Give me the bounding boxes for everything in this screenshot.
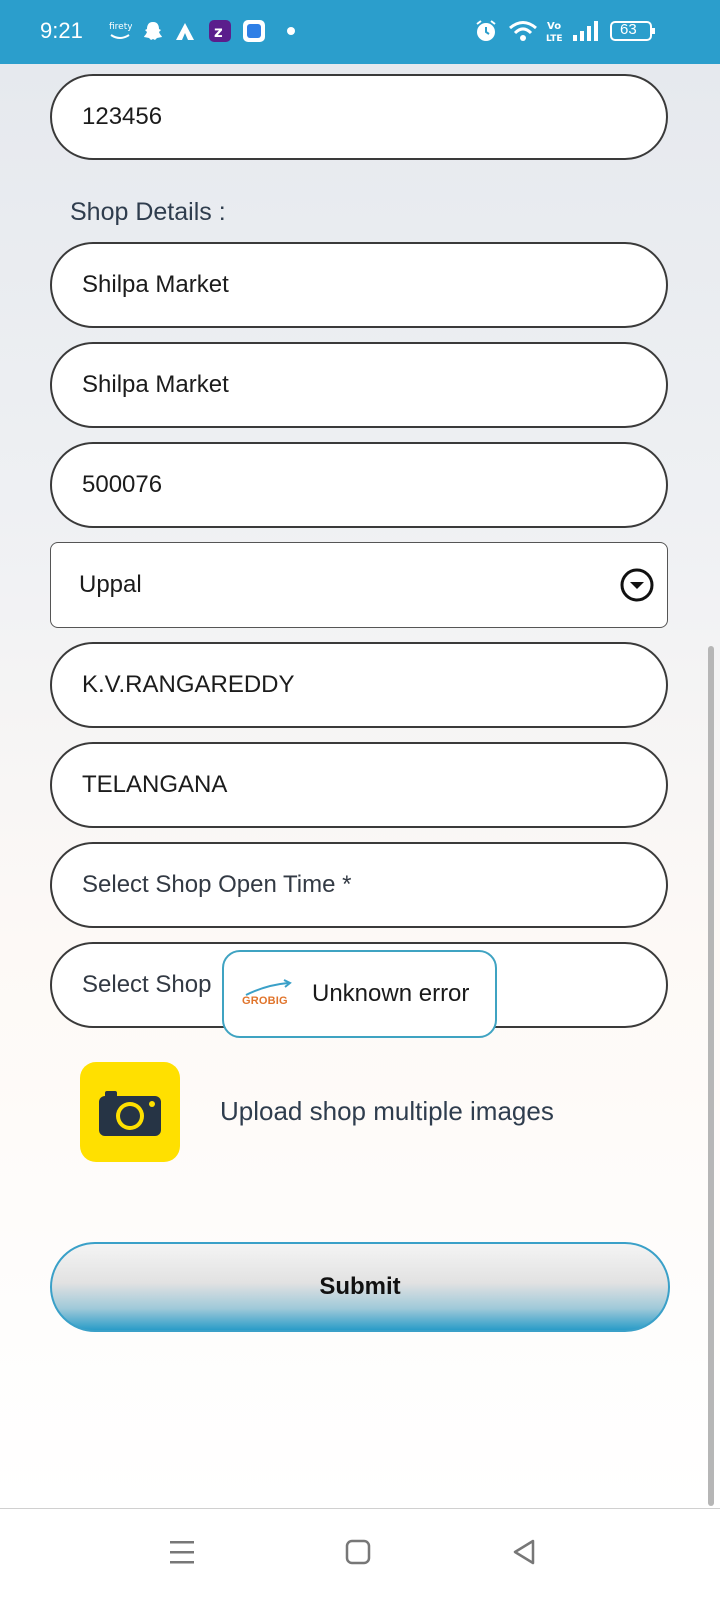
status-bar: 9:21 firety z Vo LTE 63: [0, 0, 720, 64]
state-field[interactable]: TELANGANA: [50, 742, 668, 828]
more-dot-icon: [286, 17, 296, 45]
svg-text:LTE: LTE: [546, 34, 563, 44]
grobig-logo: GROBIG: [242, 979, 294, 1009]
signal-icon: [572, 17, 602, 45]
svg-text:z: z: [214, 23, 223, 41]
shop-open-time-placeholder: Select Shop Open Time *: [82, 871, 352, 898]
state-value: TELANGANA: [82, 771, 228, 798]
menu-icon[interactable]: [162, 1532, 202, 1572]
code-value: 123456: [82, 103, 163, 130]
volte-icon: Vo LTE: [545, 17, 565, 45]
upload-images-button[interactable]: [80, 1062, 180, 1162]
shop-details-heading: Shop Details :: [70, 198, 226, 226]
wifi-icon: [508, 17, 538, 45]
svg-text:Vo: Vo: [547, 21, 561, 32]
back-triangle-icon[interactable]: [504, 1532, 544, 1572]
home-square-icon[interactable]: [338, 1532, 378, 1572]
battery-level: 63: [620, 21, 637, 38]
firefly-app-icon: firety: [108, 17, 132, 45]
upload-images-label[interactable]: Upload shop multiple images: [220, 1096, 554, 1127]
shop-close-time-placeholder: Select Shop: [82, 971, 212, 998]
district-field[interactable]: K.V.RANGAREDDY: [50, 642, 668, 728]
snapchat-icon: [142, 17, 164, 45]
toast-message: Unknown error: [312, 980, 470, 1007]
system-nav-bar: [0, 1510, 720, 1600]
status-time: 9:21: [40, 18, 83, 43]
grobig-logo-text: GROBIG: [242, 995, 288, 1007]
submit-label: Submit: [319, 1273, 401, 1300]
alarm-icon: [474, 17, 498, 45]
svg-text:firety: firety: [109, 22, 132, 32]
shop-open-time-field[interactable]: Select Shop Open Time *: [50, 842, 668, 928]
error-toast: GROBIG Unknown error: [222, 950, 497, 1038]
submit-button[interactable]: Submit: [50, 1242, 670, 1332]
area-select-value: Uppal: [79, 571, 142, 598]
code-field[interactable]: 123456: [50, 74, 668, 160]
pincode-value: 500076: [82, 471, 163, 498]
scrollbar[interactable]: [708, 646, 714, 1506]
shop-name-value: Shilpa Market: [82, 271, 229, 298]
zepto-app-icon: z: [208, 17, 232, 45]
pincode-field[interactable]: 500076: [50, 442, 668, 528]
district-value: K.V.RANGAREDDY: [82, 671, 295, 698]
shop-address-value: Shilpa Market: [82, 371, 229, 398]
area-select[interactable]: Uppal: [50, 542, 668, 628]
shop-name-field[interactable]: Shilpa Market: [50, 242, 668, 328]
chevron-down-circle-icon[interactable]: [619, 567, 655, 603]
arrow-app-icon: [174, 17, 196, 45]
shop-address-field[interactable]: Shilpa Market: [50, 342, 668, 428]
camera-icon: [99, 1091, 161, 1136]
files-app-icon: [242, 17, 266, 45]
